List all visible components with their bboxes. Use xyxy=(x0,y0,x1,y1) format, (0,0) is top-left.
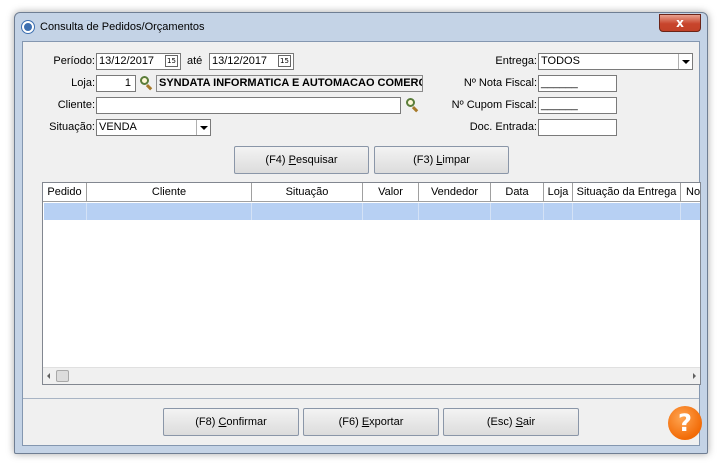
loja-codigo-field[interactable]: 1 xyxy=(96,75,136,92)
loja-label: Loja: xyxy=(71,77,95,89)
scroll-left-icon[interactable] xyxy=(47,373,50,379)
pesquisar-rest: esquisar xyxy=(296,154,338,166)
calendar-icon[interactable]: 15 xyxy=(165,55,178,67)
cupom-fiscal-label: Nº Cupom Fiscal: xyxy=(451,99,537,111)
exportar-button[interactable]: (F6) Exportar xyxy=(303,408,439,436)
confirmar-button[interactable]: (F8) Confirmar xyxy=(163,408,299,436)
consulta-pedidos-window: Consulta de Pedidos/Orçamentos x Período… xyxy=(14,12,708,454)
confirmar-rest: onfirmar xyxy=(226,416,267,428)
cliente-search-icon[interactable] xyxy=(406,98,420,113)
situacao-label: Situação: xyxy=(49,121,95,133)
cliente-label: Cliente: xyxy=(57,99,95,111)
scrollbar-thumb[interactable] xyxy=(56,370,69,382)
sair-rest: air xyxy=(522,416,536,428)
footer-divider xyxy=(23,398,699,399)
periodo-inicio-value: 13/12/2017 xyxy=(99,55,155,67)
confirmar-prefix: (F8) xyxy=(195,416,219,428)
app-icon xyxy=(22,21,34,33)
exportar-rest: xportar xyxy=(369,416,404,428)
limpar-button[interactable]: (F3) Limpar xyxy=(374,146,509,174)
limpar-prefix: (F3) xyxy=(413,154,437,166)
periodo-label: Período: xyxy=(53,55,95,67)
periodo-fim-field[interactable]: 13/12/2017 15 xyxy=(209,53,294,70)
title-bar[interactable]: Consulta de Pedidos/Orçamentos x xyxy=(15,13,707,41)
help-icon[interactable]: ? xyxy=(668,406,702,440)
column-header[interactable]: Loja xyxy=(544,183,573,202)
column-header[interactable]: Pedido xyxy=(43,183,87,202)
entrega-label: Entrega: xyxy=(495,55,537,67)
chevron-down-icon[interactable] xyxy=(678,54,692,69)
chevron-down-icon[interactable] xyxy=(196,120,210,135)
situacao-value: VENDA xyxy=(99,121,137,133)
column-header[interactable]: No xyxy=(681,183,700,202)
column-header[interactable]: Cliente xyxy=(87,183,252,202)
exportar-prefix: (F6) xyxy=(338,416,362,428)
loja-search-icon[interactable] xyxy=(140,76,154,91)
sair-hotkey: S xyxy=(515,416,523,428)
horizontal-scrollbar[interactable] xyxy=(43,367,700,384)
pesquisar-button[interactable]: (F4) Pesquisar xyxy=(234,146,369,174)
ate-label: até xyxy=(187,55,203,67)
loja-nome-field: SYNDATA INFORMATICA E AUTOMACAO COMERCIA… xyxy=(156,75,423,92)
pesquisar-prefix: (F4) xyxy=(265,154,289,166)
cupom-fiscal-field[interactable]: ______ xyxy=(538,97,617,114)
column-header[interactable]: Data xyxy=(491,183,544,202)
periodo-inicio-field[interactable]: 13/12/2017 15 xyxy=(96,53,181,70)
situacao-select[interactable]: VENDA xyxy=(96,119,211,136)
column-header[interactable]: Vendedor xyxy=(419,183,491,202)
column-header[interactable]: Situação da Entrega xyxy=(573,183,681,202)
doc-entrada-label: Doc. Entrada: xyxy=(469,121,537,133)
doc-entrada-field[interactable] xyxy=(538,119,617,136)
column-header[interactable]: Situação xyxy=(252,183,363,202)
calendar-icon[interactable]: 15 xyxy=(278,55,291,67)
selected-table-row[interactable] xyxy=(44,203,700,220)
entrega-select[interactable]: TODOS xyxy=(538,53,693,70)
limpar-rest: impar xyxy=(442,154,470,166)
sair-prefix: (Esc) xyxy=(486,416,516,428)
periodo-fim-value: 13/12/2017 xyxy=(212,55,268,67)
results-grid[interactable]: Pedido Cliente Situação Valor Vendedor D… xyxy=(42,182,701,385)
scroll-right-icon[interactable] xyxy=(693,373,696,379)
window-title: Consulta de Pedidos/Orçamentos xyxy=(40,21,205,33)
close-button[interactable]: x xyxy=(659,14,701,32)
cliente-field[interactable] xyxy=(96,97,401,114)
grid-header: Pedido Cliente Situação Valor Vendedor D… xyxy=(43,183,700,202)
pesquisar-hotkey: P xyxy=(288,154,296,166)
nota-fiscal-label: Nº Nota Fiscal: xyxy=(463,77,537,89)
column-header[interactable]: Valor xyxy=(363,183,419,202)
nota-fiscal-field[interactable]: ______ xyxy=(538,75,617,92)
sair-button[interactable]: (Esc) Sair xyxy=(443,408,579,436)
dialog-body: Período: 13/12/2017 15 até 13/12/2017 15… xyxy=(22,41,702,446)
entrega-value: TODOS xyxy=(541,55,580,67)
